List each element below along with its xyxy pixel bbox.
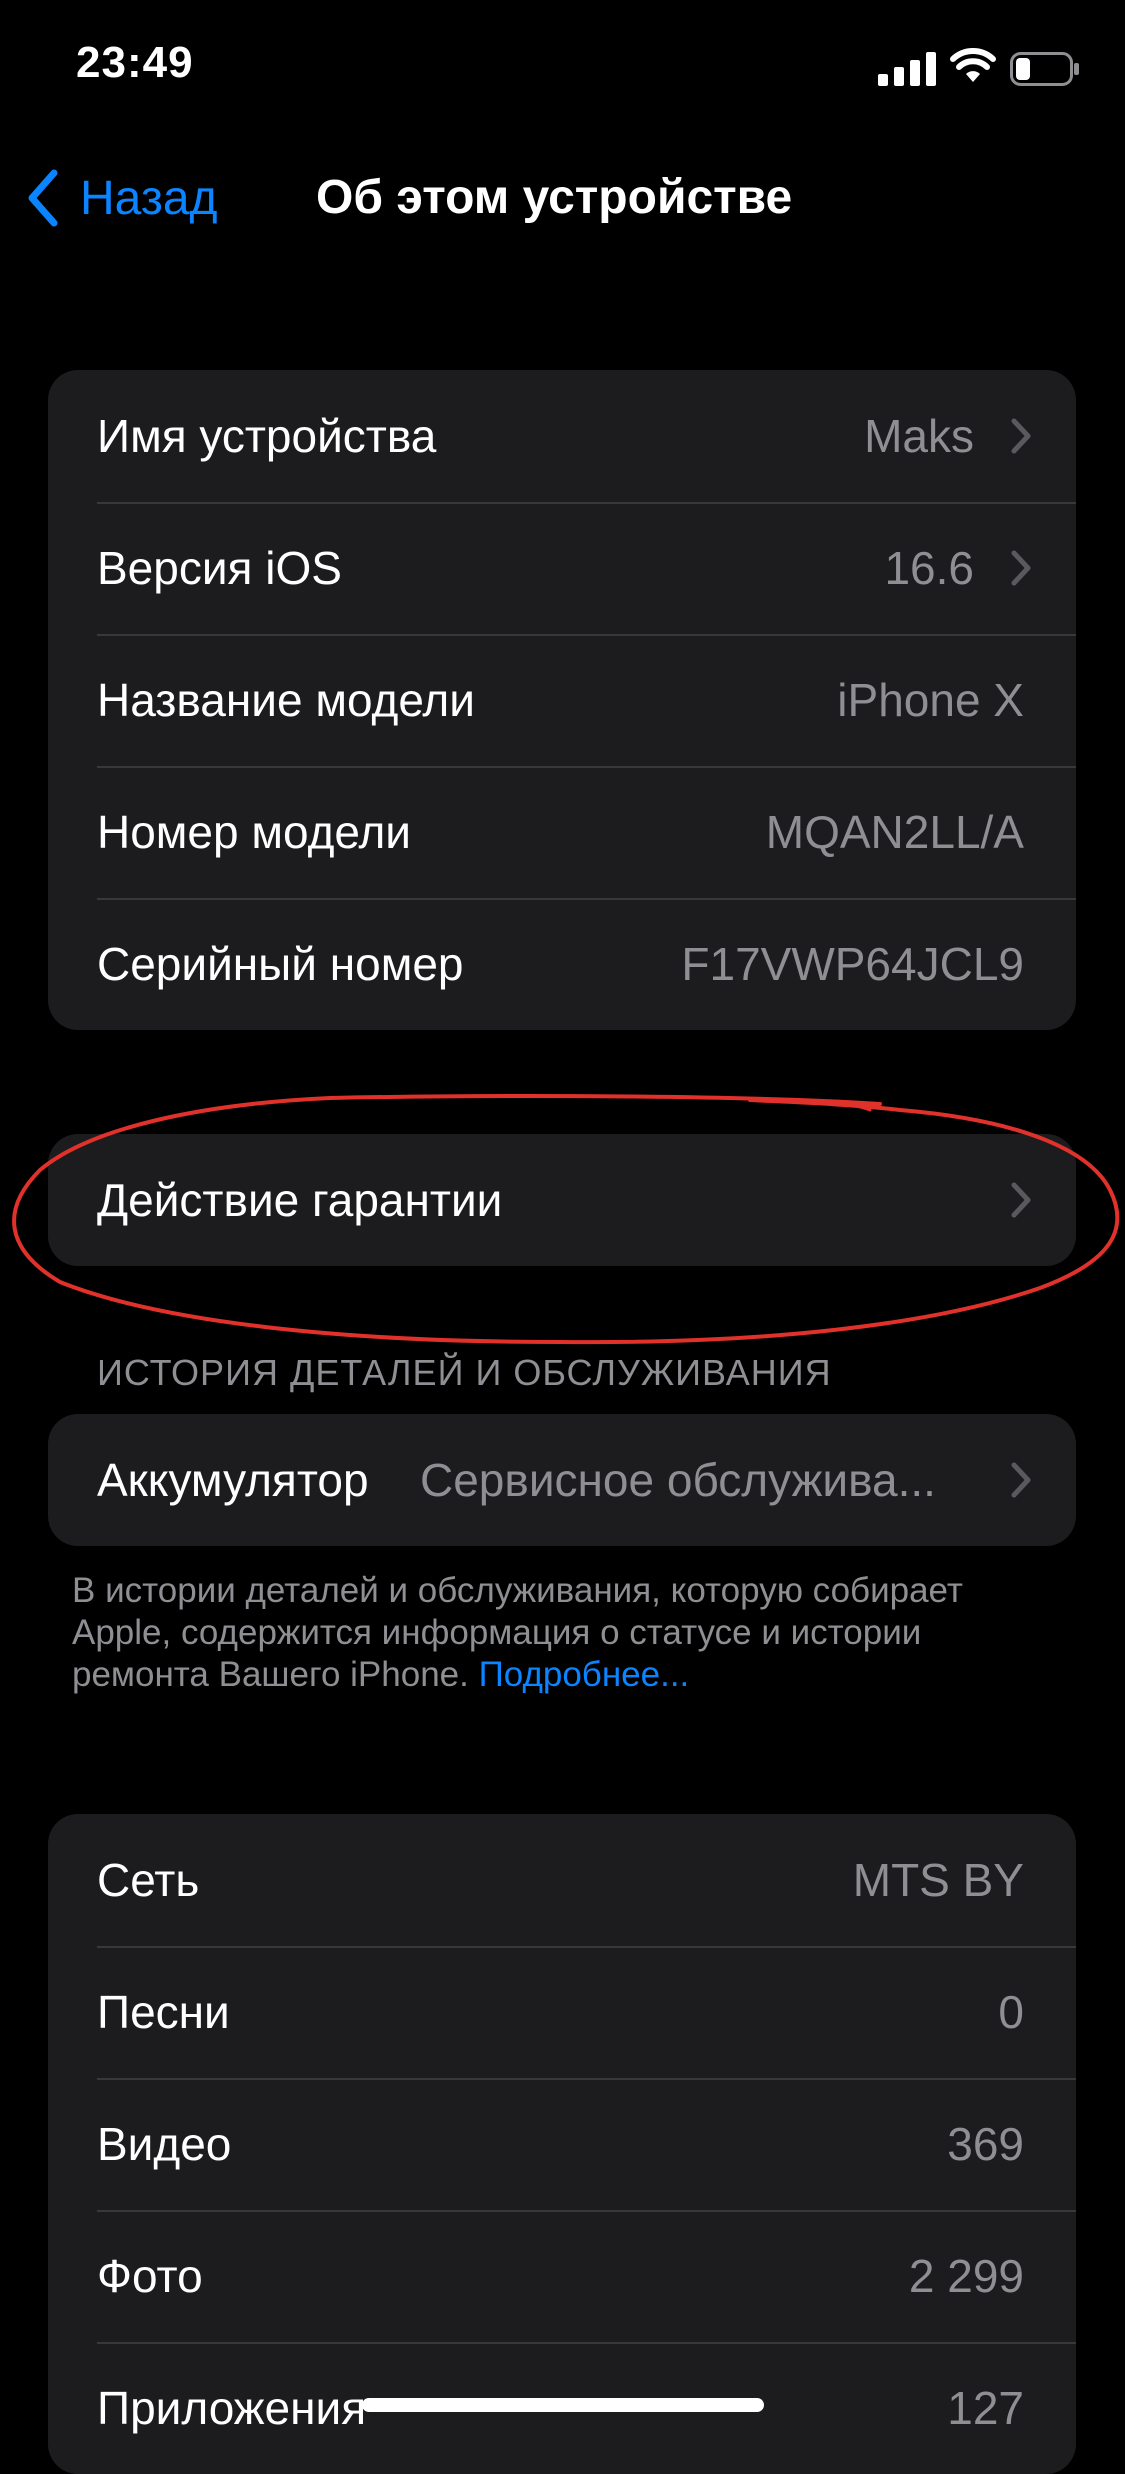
chevron-right-icon xyxy=(1011,1462,1031,1498)
chevron-left-icon xyxy=(28,169,58,227)
row-label: Номер модели xyxy=(97,806,412,858)
chevron-right-icon xyxy=(1011,1182,1031,1218)
chevron-right-icon xyxy=(1011,418,1031,454)
row-value: iPhone X xyxy=(837,674,1024,726)
row-value: Сервисное обслужива... xyxy=(420,1454,936,1506)
back-button[interactable]: Назад xyxy=(26,168,218,228)
model-name-row: Название модели iPhone X xyxy=(48,634,1076,766)
row-value: 369 xyxy=(947,2118,1024,2170)
row-label: Сеть xyxy=(97,1854,200,1906)
chevron-right-icon xyxy=(1011,550,1031,586)
row-label: Приложения xyxy=(97,2382,367,2434)
ios-version-row[interactable]: Версия iOS 16.6 xyxy=(48,502,1076,634)
serial-number-row[interactable]: Серийный номер F17VWP64JCL9 xyxy=(48,898,1076,1030)
section-header: ИСТОРИЯ ДЕТАЛЕЙ И ОБСЛУЖИВАНИЯ xyxy=(97,1352,832,1393)
row-label: Аккумулятор xyxy=(97,1454,369,1506)
songs-row: Песни 0 xyxy=(48,1946,1076,2078)
row-label: Действие гарантии xyxy=(97,1174,503,1226)
row-value: 2 299 xyxy=(908,2250,1024,2302)
row-value: MTS BY xyxy=(852,1854,1024,1906)
row-label: Название модели xyxy=(97,674,475,726)
battery-service-row[interactable]: Аккумулятор Сервисное обслужива... xyxy=(48,1414,1076,1546)
row-value: Maks xyxy=(864,410,974,462)
row-value: F17VWP64JCL9 xyxy=(681,938,1024,990)
page-title: Об этом устройстве xyxy=(316,171,793,224)
row-label: Песни xyxy=(97,1986,230,2038)
device-name-row[interactable]: Имя устройства Maks xyxy=(48,370,1076,502)
row-value: 127 xyxy=(947,2382,1024,2434)
learn-more-link[interactable]: Подробнее... xyxy=(479,1655,690,1694)
model-number-row[interactable]: Номер модели MQAN2LL/A xyxy=(48,766,1076,898)
row-value: 16.6 xyxy=(884,542,974,594)
battery-icon xyxy=(1010,52,1079,86)
videos-row: Видео 369 xyxy=(48,2078,1076,2210)
device-info-group: Имя устройства Maks Версия iOS 16.6 Назв… xyxy=(48,370,1076,1030)
row-label: Видео xyxy=(97,2118,232,2170)
service-history-group: Аккумулятор Сервисное обслужива... xyxy=(48,1414,1076,1546)
warranty-row[interactable]: Действие гарантии xyxy=(48,1134,1076,1266)
home-indicator[interactable] xyxy=(362,2398,764,2412)
signal-icon xyxy=(878,52,936,86)
row-value: 0 xyxy=(998,1986,1024,2038)
warranty-group: Действие гарантии xyxy=(48,1134,1076,1266)
row-label: Фото xyxy=(97,2250,203,2302)
network-row: Сеть MTS BY xyxy=(48,1814,1076,1946)
row-label: Версия iOS xyxy=(97,542,342,594)
service-footnote: В истории деталей и обслуживания, котору… xyxy=(72,1570,1062,1696)
back-label: Назад xyxy=(80,171,218,225)
status-time: 23:49 xyxy=(76,38,194,87)
wifi-icon xyxy=(950,48,996,82)
row-value: MQAN2LL/A xyxy=(765,806,1024,858)
photos-row: Фото 2 299 xyxy=(48,2210,1076,2342)
row-label: Имя устройства xyxy=(97,410,437,462)
stats-group: Сеть MTS BY Песни 0 Видео 369 Фото 2 299… xyxy=(48,1814,1076,2474)
row-label: Серийный номер xyxy=(97,938,464,990)
